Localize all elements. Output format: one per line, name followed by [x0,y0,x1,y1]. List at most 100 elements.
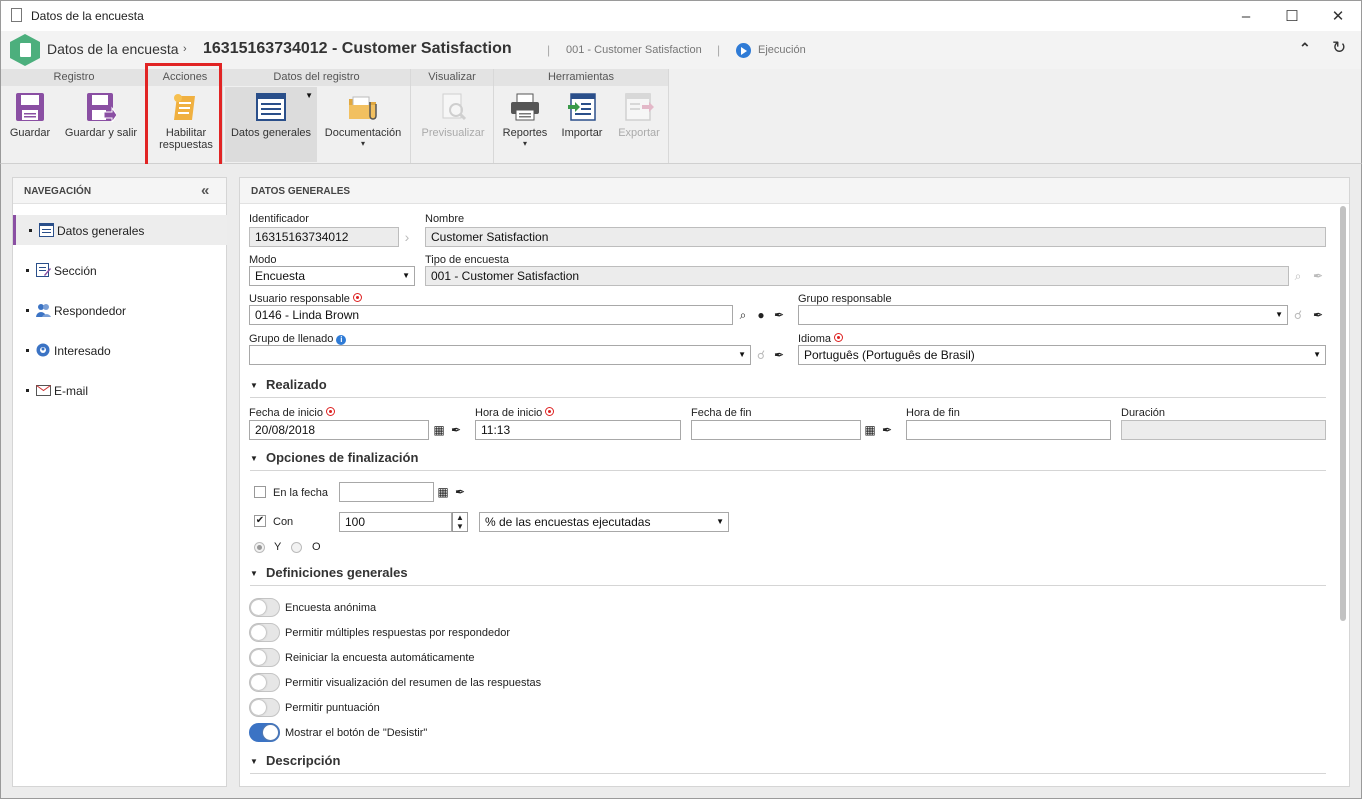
quit-button-toggle[interactable] [249,723,280,742]
start-time-label: Hora de inicio [475,407,555,419]
end-time-label: Hora de fin [906,407,960,419]
separator: | [547,43,551,57]
responsible-group-select[interactable] [798,305,1288,325]
collapse-triangle-icon[interactable]: ▼ [250,569,258,578]
binoculars-icon[interactable]: ☌ [1289,306,1307,324]
or-radio[interactable] [291,542,302,553]
responsible-user-field[interactable]: 0146 - Linda Brown [249,305,733,325]
search-icon[interactable]: ⌕ [734,306,752,324]
content-panel: DATOS GENERALES Identificador 1631516373… [239,177,1350,787]
general-data-button[interactable]: Datos generales [225,87,317,162]
preview-label: Previsualizar [421,127,485,139]
collapse-triangle-icon[interactable]: ▼ [250,757,258,766]
highlight-box [145,63,222,167]
anonymous-survey-toggle[interactable] [249,598,280,617]
documentation-button[interactable]: Documentación ▾ [321,87,405,162]
calendar-icon[interactable]: ▦ [434,483,452,501]
clear-brush-icon[interactable]: ✒ [878,421,896,439]
calendar-icon[interactable]: ▦ [861,421,879,439]
save-and-exit-button[interactable]: Guardar y salir [61,87,141,162]
mode-select[interactable]: Encuesta [249,266,415,286]
nav-item-email[interactable]: E-mail [13,375,227,405]
nav-item-seccion[interactable]: Sección [13,255,227,285]
clear-brush-icon[interactable]: ✒ [1309,267,1327,285]
user-icon[interactable]: ● [752,306,770,324]
maximize-button[interactable]: ☐ [1269,1,1315,31]
binoculars-icon[interactable]: ☌ [752,346,770,364]
multiple-responses-toggle[interactable] [249,623,280,642]
percentage-field[interactable]: 100 [339,512,452,532]
collapse-triangle-icon[interactable]: ▼ [250,381,258,390]
clear-brush-icon[interactable]: ✒ [447,421,465,439]
export-icon [624,92,654,122]
end-date-field[interactable] [691,420,861,440]
ribbon-group-herramientas: Herramientas Reportes ▾ Importar Exporta… [494,69,669,163]
fill-group-label-text: Grupo de llenado [249,333,334,345]
import-button[interactable]: Importar [556,87,608,162]
collapse-up-icon[interactable]: ⌃ [1299,40,1311,57]
spinner-arrows-icon[interactable]: ▲ ▼ [452,512,468,532]
globe-people-icon [36,343,51,357]
users-icon [36,303,51,317]
clear-brush-icon[interactable]: ✒ [770,346,788,364]
name-field[interactable]: Customer Satisfaction [425,227,1326,247]
info-icon[interactable]: i [336,335,347,345]
section-title: Descripción [266,753,341,768]
save-label: Guardar [9,127,51,139]
nav-item-label: Respondedor [54,304,127,318]
and-radio[interactable] [254,542,265,553]
duration-field [1121,420,1326,440]
collapse-triangle-icon[interactable]: ▼ [250,454,258,463]
chevron-right-icon[interactable]: › [398,228,416,246]
on-date-field[interactable] [339,482,434,502]
form-list-icon [256,92,286,122]
floppy-disk-icon [15,92,45,122]
section-finalizacion[interactable]: ▼ Opciones de finalización [250,449,1326,471]
collapse-left-icon[interactable]: « [201,182,209,199]
end-time-field[interactable] [906,420,1111,440]
nav-item-interesado[interactable]: Interesado [13,335,227,365]
nav-item-respondedor[interactable]: Respondedor [13,295,227,325]
survey-type-field[interactable]: 001 - Customer Satisfaction [425,266,1289,286]
clear-brush-icon[interactable]: ✒ [770,306,788,324]
on-date-checkbox[interactable] [254,486,266,498]
printer-icon [510,92,540,122]
ribbon-group-visualizar: Visualizar Previsualizar [411,69,494,163]
calendar-icon[interactable]: ▦ [430,421,448,439]
title-bar: Datos de la encuesta – ☐ ✕ [0,0,1362,31]
with-checkbox[interactable]: ✔ [254,515,266,527]
language-select[interactable]: Português (Português de Brasil) [798,345,1326,365]
minimize-button[interactable]: – [1223,1,1269,31]
nav-item-label: Interesado [54,344,111,358]
clear-brush-icon[interactable]: ✒ [1309,306,1327,324]
nav-item-datos-generales[interactable]: Datos generales [13,215,227,245]
on-date-label: En la fecha [273,487,329,499]
clear-brush-icon[interactable]: ✒ [451,483,469,501]
start-date-field[interactable]: 20/08/2018 [249,420,429,440]
window-title: Datos de la encuesta [31,9,144,23]
language-label: Idioma [798,333,844,345]
fill-group-select[interactable] [249,345,751,365]
breadcrumb[interactable]: Datos de la encuesta [47,41,179,57]
save-and-exit-label: Guardar y salir [64,127,138,139]
close-button[interactable]: ✕ [1315,1,1361,31]
vertical-scrollbar[interactable] [1340,206,1346,621]
and-label: Y [274,541,282,553]
search-icon[interactable]: ⌕ [1289,267,1307,285]
section-definiciones[interactable]: ▼ Definiciones generales [250,564,1326,586]
preview-button[interactable]: Previsualizar [416,87,490,162]
response-summary-toggle[interactable] [249,673,280,692]
mode-label: Modo [249,254,277,266]
scoring-toggle[interactable] [249,698,280,717]
auto-restart-toggle[interactable] [249,648,280,667]
separator: | [717,43,721,57]
start-time-field[interactable]: 11:13 [475,420,681,440]
refresh-icon[interactable]: ↻ [1332,38,1346,58]
export-button[interactable]: Exportar [613,87,665,162]
section-realizado[interactable]: ▼ Realizado [250,376,1326,398]
reports-button[interactable]: Reportes ▾ [499,87,551,162]
completion-criteria-select[interactable]: % de las encuestas ejecutadas [479,512,729,532]
save-button[interactable]: Guardar [6,87,54,162]
nav-item-label: E-mail [54,384,89,398]
section-descripcion[interactable]: ▼ Descripción [250,752,1326,774]
